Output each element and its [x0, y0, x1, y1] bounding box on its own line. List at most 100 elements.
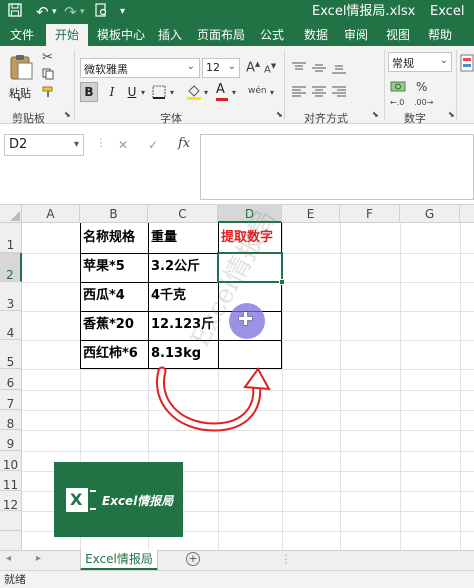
column-header-f[interactable]: F: [340, 205, 400, 223]
phonetic-dropdown-icon[interactable]: ▾: [270, 88, 274, 97]
font-color-icon[interactable]: A: [216, 82, 228, 101]
cell-b5[interactable]: 西红柿*6: [80, 340, 138, 368]
cell-c1[interactable]: 重量: [148, 224, 177, 252]
cell-c2[interactable]: 3.2公斤: [148, 253, 200, 281]
row-header-5[interactable]: 5: [0, 340, 22, 369]
paste-dropdown-icon[interactable]: ▾: [17, 95, 21, 104]
row-header-8[interactable]: 8: [0, 410, 22, 431]
font-name-select[interactable]: 微软雅黑 ⌄: [80, 58, 200, 78]
align-left-icon[interactable]: [292, 86, 306, 98]
cell-c5[interactable]: 8.13kg: [148, 340, 201, 368]
cell-b4[interactable]: 香蕉*20: [80, 311, 134, 339]
row-header-14[interactable]: [0, 531, 22, 550]
tab-file[interactable]: 文件: [0, 24, 44, 46]
previous-sheet-icon[interactable]: ◂: [6, 553, 11, 564]
tab-template-center[interactable]: 模板中心: [92, 24, 150, 46]
fill-handle[interactable]: [279, 279, 285, 285]
tab-data[interactable]: 数据: [298, 24, 334, 46]
border-dropdown-icon[interactable]: ▾: [170, 88, 174, 97]
font-grow-icon[interactable]: A▲: [246, 60, 260, 75]
row-header-1[interactable]: 1: [0, 223, 22, 253]
column-header-e[interactable]: E: [282, 205, 340, 223]
underline-dropdown-icon[interactable]: ▾: [141, 88, 145, 97]
tab-home[interactable]: 开始: [46, 24, 88, 46]
conditional-format-icon[interactable]: [460, 54, 474, 72]
next-sheet-icon[interactable]: ▸: [36, 553, 41, 564]
row-header-6[interactable]: 6: [0, 369, 22, 390]
sheet-tab-options-icon[interactable]: ⋮: [280, 552, 292, 566]
redo-dropdown-icon[interactable]: ▾: [80, 3, 85, 21]
insert-function-icon[interactable]: fx: [178, 136, 190, 151]
percent-format-icon[interactable]: %: [416, 80, 427, 94]
align-middle-icon[interactable]: [312, 62, 326, 74]
clipboard-launcher-icon[interactable]: ⬊: [64, 110, 71, 119]
number-format-select[interactable]: 常规 ⌄: [388, 52, 452, 72]
column-header-c[interactable]: C: [148, 205, 218, 223]
sheet-tab-active[interactable]: Excel情报局: [80, 550, 158, 571]
paste-button[interactable]: 粘贴 ▾: [4, 50, 36, 104]
row-header-3[interactable]: 3: [0, 282, 22, 311]
column-header-g[interactable]: G: [400, 205, 460, 223]
cell-b2[interactable]: 苹果*5: [80, 253, 125, 281]
align-right-icon[interactable]: [332, 86, 346, 98]
align-center-icon[interactable]: [312, 86, 326, 98]
underline-button[interactable]: U: [124, 82, 140, 102]
redo-icon[interactable]: ↷: [64, 3, 77, 21]
tab-page-layout[interactable]: 页面布局: [192, 24, 250, 46]
tab-insert[interactable]: 插入: [152, 24, 188, 46]
fill-color-dropdown-icon[interactable]: ▾: [204, 88, 208, 97]
currency-format-icon[interactable]: [390, 80, 406, 94]
alignment-launcher-icon[interactable]: ⬊: [372, 110, 379, 119]
font-color-dropdown-icon[interactable]: ▾: [232, 88, 236, 97]
row-header-10[interactable]: 10: [0, 451, 22, 472]
align-bottom-icon[interactable]: [332, 62, 346, 74]
name-box[interactable]: D2 ▾: [4, 134, 84, 156]
format-painter-icon[interactable]: [42, 86, 54, 101]
column-header-b[interactable]: B: [80, 205, 148, 223]
quick-access-menu-icon[interactable]: ▾: [120, 3, 125, 21]
worksheet[interactable]: A B C D E F G 1 2 3 4 5 6 7 8 9 10 11 12…: [0, 205, 474, 550]
cell-b1[interactable]: 名称规格: [80, 224, 135, 252]
cancel-icon[interactable]: ✕: [118, 138, 128, 152]
border-icon[interactable]: [152, 85, 166, 102]
cell-c3[interactable]: 4千克: [148, 282, 186, 310]
cell-b3[interactable]: 西瓜*4: [80, 282, 125, 310]
new-sheet-icon[interactable]: +: [186, 552, 200, 566]
bold-button[interactable]: B: [80, 82, 98, 102]
print-preview-icon[interactable]: [94, 3, 108, 23]
number-launcher-icon[interactable]: ⬊: [448, 110, 455, 119]
row-header-9[interactable]: 9: [0, 430, 22, 451]
undo-icon[interactable]: ↶: [36, 3, 49, 21]
sheet-tab-label: Excel情报局: [85, 552, 153, 566]
title-bar: ↶ ▾ ↷ ▾ ▾ Excel情报局.xlsx Excel: [0, 0, 474, 24]
tab-review[interactable]: 审阅: [338, 24, 374, 46]
row-header-13[interactable]: [0, 511, 22, 531]
row-header-7[interactable]: 7: [0, 390, 22, 411]
row-header-12[interactable]: 12: [0, 491, 22, 512]
align-top-icon[interactable]: [292, 62, 306, 74]
enter-icon[interactable]: ✓: [148, 138, 158, 152]
formula-bar-drag-handle-icon[interactable]: ⋮: [96, 138, 106, 149]
fill-color-icon[interactable]: [186, 83, 202, 104]
cut-icon[interactable]: ✂: [42, 50, 53, 65]
font-launcher-icon[interactable]: ⬊: [276, 110, 283, 119]
undo-dropdown-icon[interactable]: ▾: [52, 3, 57, 21]
formula-input[interactable]: [200, 134, 474, 200]
row-header-2[interactable]: 2: [0, 253, 22, 282]
tab-view[interactable]: 视图: [380, 24, 416, 46]
font-size-select[interactable]: 12 ⌄: [202, 58, 240, 78]
font-shrink-icon[interactable]: A▼: [264, 62, 276, 75]
row-header-4[interactable]: 4: [0, 311, 22, 340]
column-header-a[interactable]: A: [22, 205, 80, 223]
tab-formulas[interactable]: 公式: [254, 24, 290, 46]
row-header-11[interactable]: 11: [0, 471, 22, 492]
decrease-decimal-icon[interactable]: .00→: [414, 98, 433, 107]
tab-help[interactable]: 帮助: [422, 24, 458, 46]
increase-decimal-icon[interactable]: ←.0: [390, 98, 404, 107]
copy-icon[interactable]: [42, 68, 54, 83]
name-box-value: D2: [9, 137, 28, 152]
phonetic-guide-icon[interactable]: wén: [248, 86, 267, 96]
save-icon[interactable]: [8, 3, 22, 23]
excel-logo-lines: [90, 490, 96, 510]
italic-button[interactable]: I: [104, 82, 120, 102]
